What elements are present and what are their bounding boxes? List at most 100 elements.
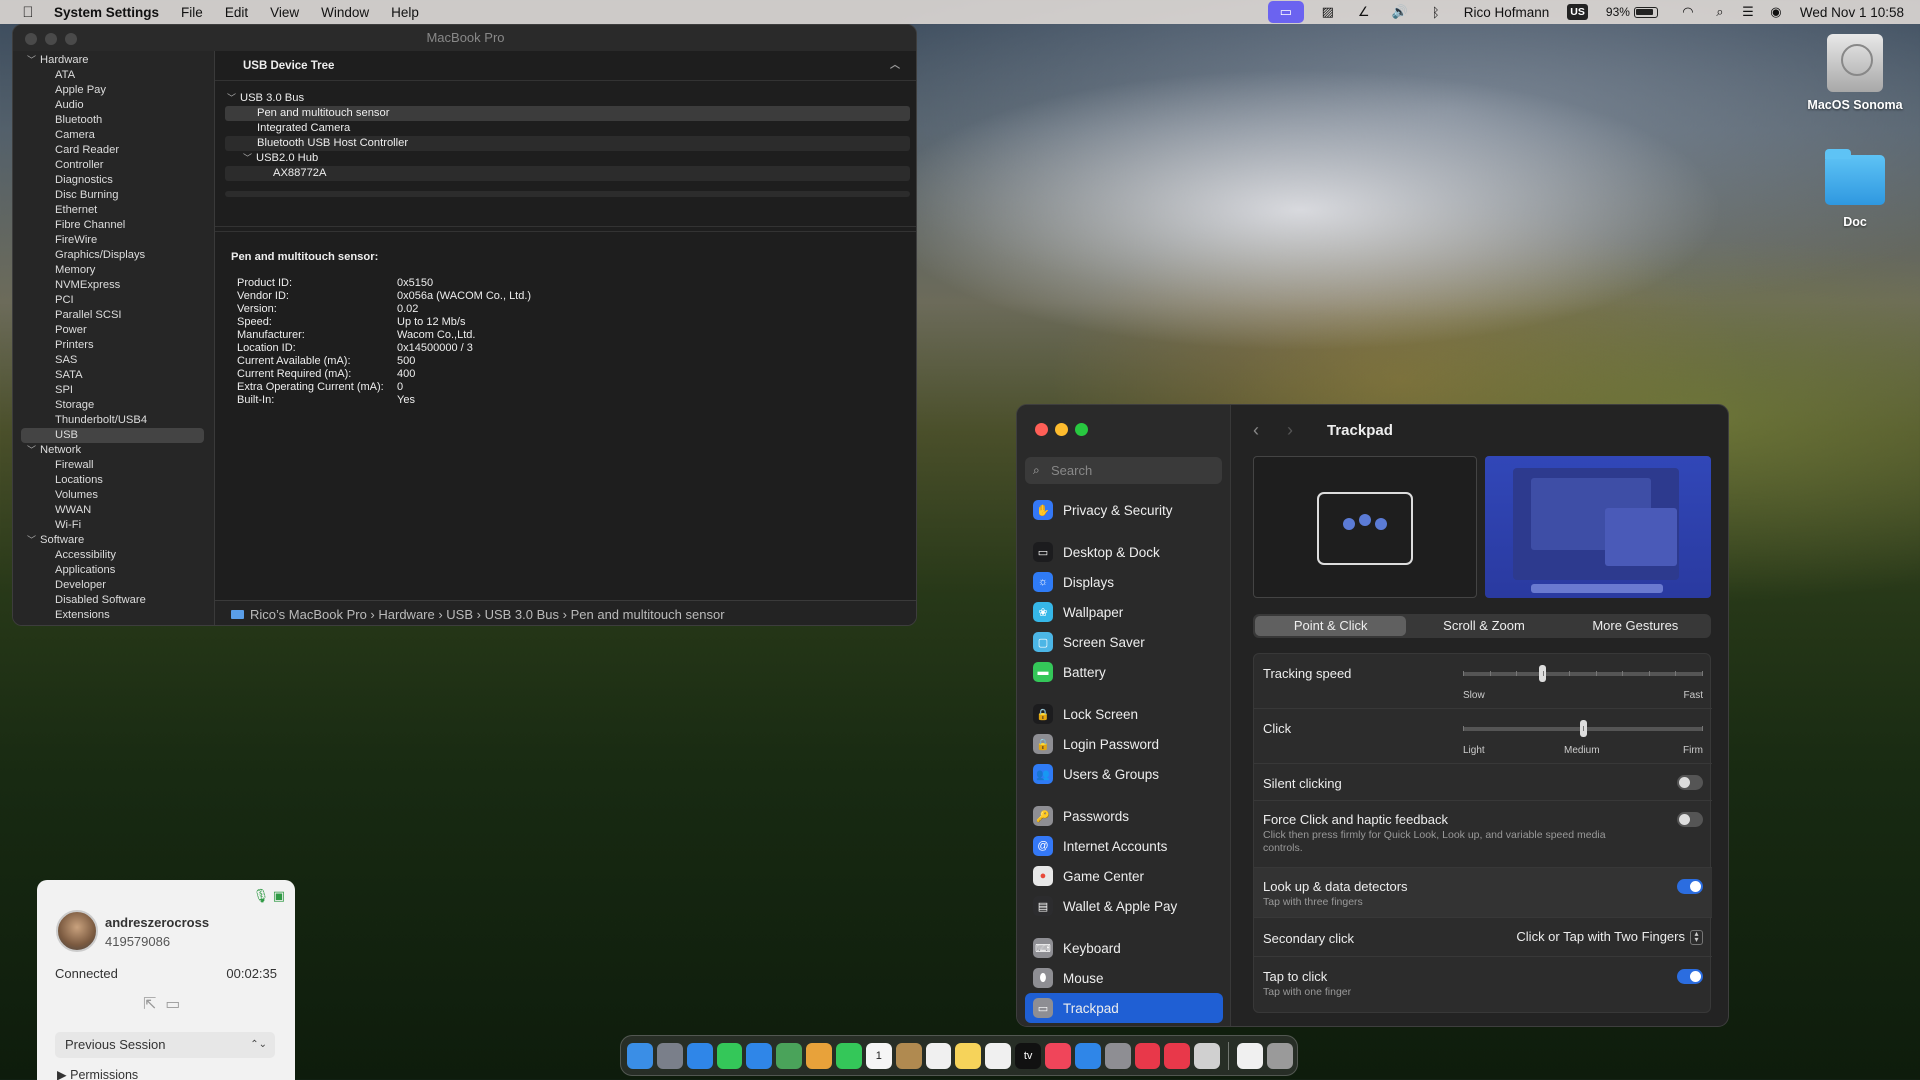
search-input[interactable]: ⌕ Search (1025, 457, 1222, 484)
sidebar-group-network[interactable]: ﹀ Network (13, 443, 214, 458)
dock-safari-icon[interactable] (686, 1042, 713, 1069)
sidebar-item-accessibility[interactable]: Accessibility (13, 548, 214, 563)
sidebar-group-hardware[interactable]: ﹀ Hardware (13, 53, 214, 68)
sidebar-item-card-reader[interactable]: Card Reader (13, 143, 214, 158)
tree-row[interactable]: AX88772A (225, 166, 910, 181)
sidebar-item-camera[interactable]: Camera (13, 128, 214, 143)
user-name[interactable]: Rico Hofmann (1464, 5, 1550, 20)
sidebar-item-parallel-scsi[interactable]: Parallel SCSI (13, 308, 214, 323)
sidebar-item-pci[interactable]: PCI (13, 293, 214, 308)
path-item[interactable]: Rico’s MacBook Pro (250, 607, 367, 622)
menu-edit[interactable]: Edit (225, 5, 248, 20)
desktop-icon-doc[interactable]: Doc (1800, 149, 1910, 229)
sidebar-item-sas[interactable]: SAS (13, 353, 214, 368)
dock-launchpad-icon[interactable] (656, 1042, 683, 1069)
sidebar-item-audio[interactable]: Audio (13, 98, 214, 113)
tracking-speed-slider[interactable] (1463, 665, 1703, 682)
look-up-toggle[interactable] (1677, 879, 1703, 894)
permissions-disclosure[interactable]: ▶ Permissions (57, 1067, 138, 1080)
menu-help[interactable]: Help (391, 5, 419, 20)
sidebar-item-mouse[interactable]: ⬮ Mouse (1025, 963, 1223, 993)
sidebar-item-desktop-dock[interactable]: ▭ Desktop & Dock (1025, 537, 1223, 567)
tab-more-gestures[interactable]: More Gestures (1560, 614, 1711, 638)
bluetooth-icon[interactable]: ᛒ (1418, 0, 1454, 24)
dock-calendar-icon[interactable]: 1 (865, 1042, 892, 1069)
forward-icon[interactable]: › (1287, 420, 1301, 441)
click-slider[interactable] (1463, 720, 1703, 737)
sidebar-item-nvmexpress[interactable]: NVMExpress (13, 278, 214, 293)
tree-row-hub[interactable]: ﹀ USB2.0 Hub (225, 151, 910, 166)
sidebar-item-wi-fi[interactable]: Wi-Fi (13, 518, 214, 533)
sidebar-item-wallet-apple-pay[interactable]: ▤ Wallet & Apple Pay (1025, 891, 1223, 921)
sidebar-item-passwords[interactable]: 🔑 Passwords (1025, 801, 1223, 831)
apple-icon[interactable]:  (18, 4, 38, 21)
sidebar-item-developer[interactable]: Developer (13, 578, 214, 593)
mic-icon[interactable]: 🎙 (253, 888, 270, 903)
sidebar-item-storage[interactable]: Storage (13, 398, 214, 413)
sidebar-item-ethernet[interactable]: Ethernet (13, 203, 214, 218)
dock-finder-icon[interactable] (627, 1042, 653, 1069)
zoom-button[interactable] (65, 33, 77, 45)
tab-scroll-zoom[interactable]: Scroll & Zoom (1408, 614, 1559, 638)
sidebar-item-sata[interactable]: SATA (13, 368, 214, 383)
sidebar-item-locations[interactable]: Locations (13, 473, 214, 488)
menu-view[interactable]: View (270, 5, 299, 20)
sidebar-item-battery[interactable]: ▬ Battery (1025, 657, 1223, 687)
sidebar-item-printers[interactable]: Printers (13, 338, 214, 353)
tree-row[interactable]: Pen and multitouch sensor (225, 106, 910, 121)
tab-point-click[interactable]: Point & Click (1255, 616, 1407, 636)
sidebar-item-extensions[interactable]: Extensions (13, 608, 214, 623)
dock-preview-icon[interactable] (1194, 1042, 1221, 1069)
dock-reminders-icon[interactable] (925, 1042, 952, 1069)
sidebar-item-keyboard[interactable]: ⌨ Keyboard (1025, 933, 1223, 963)
close-button[interactable] (1035, 423, 1048, 436)
session-dropdown[interactable]: Previous Session ⌃⌄ (55, 1032, 275, 1058)
sidebar-item-internet-accounts[interactable]: @ Internet Accounts (1025, 831, 1223, 861)
sidebar-item-game-center[interactable]: ● Game Center (1025, 861, 1223, 891)
sidebar-item-wallpaper[interactable]: ❀ Wallpaper (1025, 597, 1223, 627)
sidebar-item-memory[interactable]: Memory (13, 263, 214, 278)
dock-photos-icon[interactable] (806, 1042, 833, 1069)
path-item[interactable]: Hardware (378, 607, 434, 622)
sidebar-item-power[interactable]: Power (13, 323, 214, 338)
chevron-up-icon[interactable]: ︿ (890, 51, 900, 81)
sidebar-item-apple-pay[interactable]: Apple Pay (13, 83, 214, 98)
wifi-icon[interactable]: ◠ (1670, 0, 1706, 24)
sidebar-group-software[interactable]: ﹀ Software (13, 533, 214, 548)
input-source-badge[interactable]: US (1567, 4, 1588, 20)
dock-facetime-icon[interactable] (836, 1042, 862, 1069)
file-transfer-icon[interactable]: ⇱ (143, 996, 156, 1013)
minimize-button[interactable] (1055, 423, 1068, 436)
dock-system-settings-icon[interactable] (1104, 1042, 1131, 1069)
chat-bubble-icon[interactable]: ▭ (165, 996, 180, 1013)
sidebar-item-graphics-displays[interactable]: Graphics/Displays (13, 248, 214, 263)
close-button[interactable] (25, 33, 37, 45)
dock-document-icon[interactable] (1237, 1042, 1264, 1069)
sidebar-item-disc-burning[interactable]: Disc Burning (13, 188, 214, 203)
sidebar-item-volumes[interactable]: Volumes (13, 488, 214, 503)
control-center-icon[interactable]: ☰ (1734, 0, 1762, 24)
silent-clicking-toggle[interactable] (1677, 775, 1703, 790)
path-item[interactable]: USB (446, 607, 473, 622)
sidebar-item-fibre-channel[interactable]: Fibre Channel (13, 218, 214, 233)
path-item[interactable]: Pen and multitouch sensor (571, 607, 725, 622)
dock-anydesk-icon[interactable] (1134, 1042, 1161, 1069)
tree-row-bus[interactable]: ﹀ USB 3.0 Bus (225, 91, 910, 106)
dock-music-icon[interactable] (1045, 1042, 1071, 1069)
sidebar-item-privacy-security[interactable]: ✋ Privacy & Security (1025, 495, 1223, 525)
menu-window[interactable]: Window (321, 5, 369, 20)
sidebar-item-diagnostics[interactable]: Diagnostics (13, 173, 214, 188)
back-icon[interactable]: ‹ (1253, 420, 1267, 441)
sidebar-item-controller[interactable]: Controller (13, 158, 214, 173)
dock-notes-icon[interactable] (955, 1042, 982, 1069)
sidebar-item-displays[interactable]: ☼ Displays (1025, 567, 1223, 597)
force-click-toggle[interactable] (1677, 812, 1703, 827)
sidebar-item-firewall[interactable]: Firewall (13, 458, 214, 473)
screen-mirroring-icon[interactable]: ▭ (1267, 1, 1304, 23)
dock-mail-icon[interactable] (746, 1042, 773, 1069)
tree-row[interactable]: Bluetooth USB Host Controller (225, 136, 910, 151)
siri-icon[interactable]: ◉ (1762, 0, 1790, 24)
sidebar-item-usb[interactable]: USB (21, 428, 204, 443)
sidebar-item-spi[interactable]: SPI (13, 383, 214, 398)
spotlight-icon[interactable]: ⌕ (1706, 0, 1734, 24)
